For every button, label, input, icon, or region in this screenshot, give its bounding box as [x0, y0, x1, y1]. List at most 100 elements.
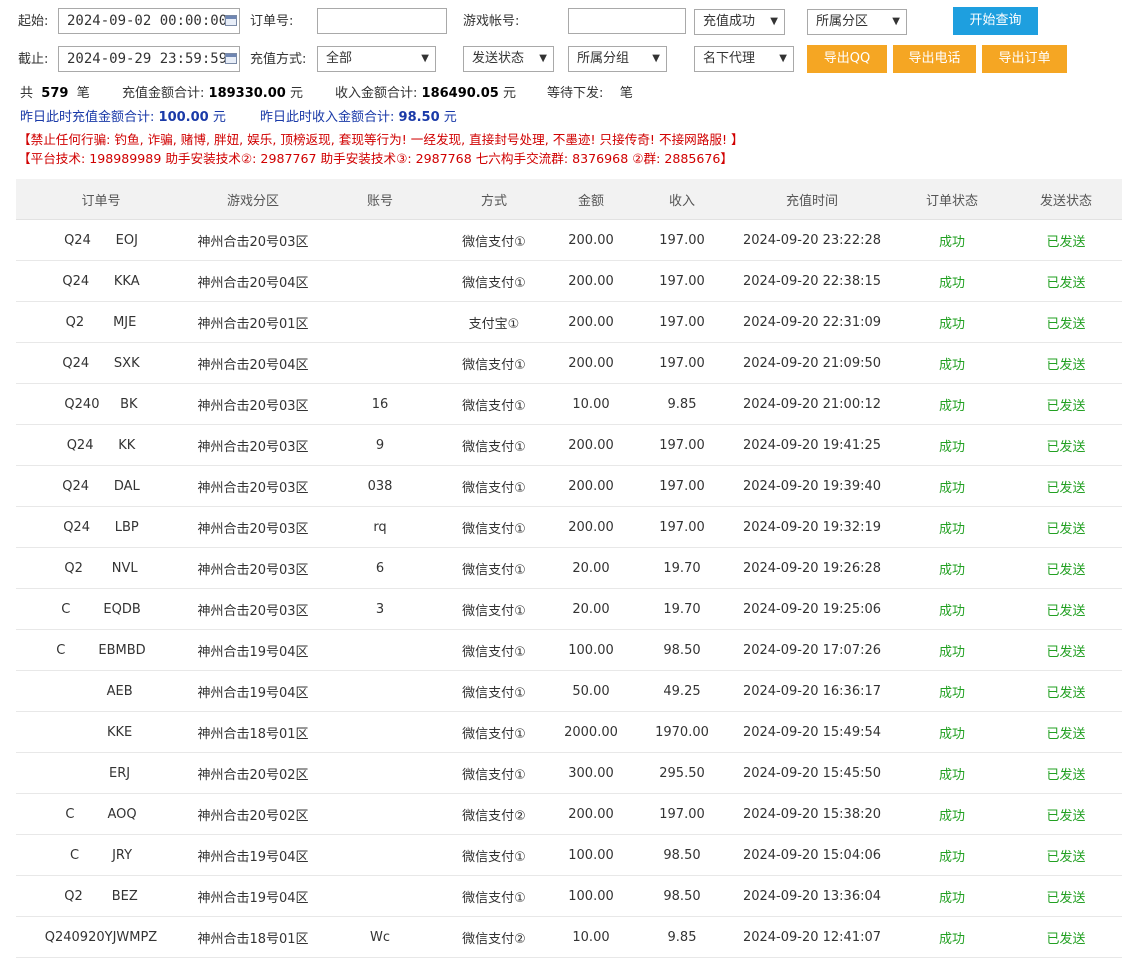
- table-row[interactable]: C AOQ 神州合击20号02区 微信支付② 200.00 197.00 2024-09-…: [16, 793, 1122, 835]
- yesterday-income-value: 98.50: [398, 110, 440, 125]
- cell-zone: 神州合击19号04区: [186, 875, 320, 917]
- cell-send-status: 已发送: [1010, 506, 1122, 548]
- cell-time: 2024-09-20 13:36:04: [730, 875, 894, 917]
- cell-income: 19.70: [634, 588, 730, 630]
- order-number-input[interactable]: [317, 8, 447, 34]
- cell-order-no: Q24 KKA: [16, 260, 186, 302]
- cell-send-status: 已发送: [1010, 711, 1122, 753]
- chevron-down-icon: ▼: [421, 53, 429, 64]
- cell-income: 98.50: [634, 875, 730, 917]
- search-button[interactable]: 开始查询: [953, 7, 1038, 35]
- account-input[interactable]: [568, 8, 686, 34]
- end-date-input[interactable]: 2024-09-29 23:59:59: [58, 46, 240, 72]
- table-row[interactable]: Q24 KK 神州合击20号03区 9 微信支付① 200.00 197.00 2024-0…: [16, 424, 1122, 466]
- table-row[interactable]: Q24 KKA 神州合击20号04区 微信支付① 200.00 197.00 2024-0…: [16, 260, 1122, 302]
- cell-order-status: 成功: [894, 916, 1010, 958]
- cell-income: 197.00: [634, 342, 730, 384]
- table-row[interactable]: Q2 BEZ 神州合击19号04区 微信支付① 100.00 98.50 2024-09-…: [16, 875, 1122, 917]
- cell-amount: 10.00: [548, 383, 634, 425]
- cell-income: 295.50: [634, 752, 730, 794]
- yesterday-recharge-label: 昨日此时充值金额合计:: [20, 110, 155, 125]
- notice-line-2: 【平台技术: 198989989 助手安装技术②: 2987767 助手安装技术…: [18, 151, 734, 166]
- cell-order-no: C AOQ: [16, 793, 186, 835]
- cell-order-no: Q2 BEZ: [16, 875, 186, 917]
- cell-account: [320, 793, 440, 835]
- table-row[interactable]: Q24 SXK 神州合击20号04区 微信支付① 200.00 197.00 2024-0…: [16, 342, 1122, 384]
- pay-method-label: 充值方式:: [250, 52, 307, 67]
- calendar-icon[interactable]: [225, 53, 237, 64]
- table-row[interactable]: Q24 DAL 神州合击20号03区 038 微信支付① 200.00 197.00 202…: [16, 465, 1122, 507]
- table-row[interactable]: C EQDB 神州合击20号03区 3 微信支付① 20.00 19.70 2024-09-…: [16, 588, 1122, 630]
- cell-method: 微信支付①: [440, 219, 548, 261]
- cell-send-status: 已发送: [1010, 916, 1122, 958]
- table-row[interactable]: C JRY 神州合击19号04区 微信支付① 100.00 98.50 2024-09-2…: [16, 834, 1122, 876]
- recharge-status-value: 充值成功: [703, 14, 756, 29]
- cell-time: 2024-09-20 19:26:28: [730, 547, 894, 589]
- yesterday-recharge: 昨日此时充值金额合计: 100.00 元: [20, 110, 226, 126]
- cell-account: [320, 301, 440, 343]
- cell-time: 2024-09-20 15:04:06: [730, 834, 894, 876]
- table-row[interactable]: Q24 EOJ 神州合击20号03区 微信支付① 200.00 197.00 2024-0…: [16, 219, 1122, 261]
- cell-method: 微信支付①: [440, 424, 548, 466]
- calendar-icon[interactable]: [225, 15, 237, 26]
- pay-method-value: 全部: [326, 51, 353, 66]
- cell-send-status: 已发送: [1010, 260, 1122, 302]
- table-row[interactable]: AEB 神州合击19号04区 微信支付① 50.00 49.25 2024-09-20 1…: [16, 670, 1122, 712]
- cell-zone: 神州合击19号04区: [186, 834, 320, 876]
- table-row[interactable]: Q240920YJWMPZ 神州合击18号01区 Wc 微信支付② 10.00 9.85 2…: [16, 916, 1122, 958]
- end-label: 截止:: [18, 52, 49, 67]
- export-order-button[interactable]: 导出订单: [982, 45, 1067, 73]
- yesterday-recharge-unit: 元: [212, 110, 226, 125]
- cell-income: 1970.00: [634, 711, 730, 753]
- pending-unit: 笔: [619, 86, 633, 101]
- table-row[interactable]: Q24 LBP 神州合击20号03区 rq 微信支付① 200.00 197.00 2024…: [16, 506, 1122, 548]
- cell-amount: 100.00: [548, 629, 634, 671]
- cell-order-no: KKE: [16, 711, 186, 753]
- agent-value: 名下代理: [703, 51, 756, 66]
- cell-zone: 神州合击20号04区: [186, 260, 320, 302]
- cell-method: 微信支付①: [440, 752, 548, 794]
- cell-send-status: 已发送: [1010, 342, 1122, 384]
- send-status-select[interactable]: 发送状态 ▼: [463, 46, 554, 72]
- header-zone: 游戏分区: [186, 179, 320, 220]
- cell-order-no: Q24 SXK: [16, 342, 186, 384]
- cell-time: 2024-09-20 15:38:20: [730, 793, 894, 835]
- table-row[interactable]: C EBMBD 神州合击19号04区 微信支付① 100.00 98.50 2024-09…: [16, 629, 1122, 671]
- cell-order-no: C EQDB: [16, 588, 186, 630]
- cell-order-no: AEB: [16, 670, 186, 712]
- notice-line-1: 【禁止任何行骗: 钓鱼, 诈骗, 赌博, 胖妞, 娱乐, 顶榜返现, 套现等行为…: [18, 132, 744, 147]
- cell-income: 19.70: [634, 547, 730, 589]
- cell-order-status: 成功: [894, 424, 1010, 466]
- cell-order-no: Q2 MJE: [16, 301, 186, 343]
- cell-zone: 神州合击19号04区: [186, 629, 320, 671]
- table-row[interactable]: Q2 NVL 神州合击20号03区 6 微信支付① 20.00 19.70 2024-09-…: [16, 547, 1122, 589]
- cell-income: 49.25: [634, 670, 730, 712]
- agent-select[interactable]: 名下代理 ▼: [694, 46, 794, 72]
- cell-method: 微信支付①: [440, 711, 548, 753]
- table-row[interactable]: Q240 BK 神州合击20号03区 16 微信支付① 10.00 9.85 2024-09…: [16, 383, 1122, 425]
- header-send-status: 发送状态: [1010, 179, 1122, 220]
- recharge-status-select[interactable]: 充值成功 ▼: [694, 9, 785, 35]
- start-date-input[interactable]: 2024-09-02 00:00:00: [58, 8, 240, 34]
- table-row[interactable]: KKE 神州合击18号01区 微信支付① 2000.00 1970.00 2024-09-…: [16, 711, 1122, 753]
- cell-account: 038: [320, 465, 440, 507]
- cell-send-status: 已发送: [1010, 465, 1122, 507]
- pay-method-select[interactable]: 全部 ▼: [317, 46, 436, 72]
- cell-account: rq: [320, 506, 440, 548]
- export-phone-button[interactable]: 导出电话: [893, 45, 976, 73]
- cell-method: 微信支付①: [440, 465, 548, 507]
- cell-time: 2024-09-20 19:32:19: [730, 506, 894, 548]
- group-value: 所属分组: [577, 51, 630, 66]
- cell-order-status: 成功: [894, 506, 1010, 548]
- group-select[interactable]: 所属分组 ▼: [568, 46, 667, 72]
- recharge-total-value: 189330.00: [208, 86, 286, 101]
- table-row[interactable]: Q2 MJE 神州合击20号01区 支付宝① 200.00 197.00 2024-09-…: [16, 301, 1122, 343]
- zone-select[interactable]: 所属分区 ▼: [807, 9, 907, 35]
- cell-account: 16: [320, 383, 440, 425]
- yesterday-income: 昨日此时收入金额合计: 98.50 元: [260, 110, 457, 126]
- cell-method: 微信支付①: [440, 506, 548, 548]
- cell-zone: 神州合击20号02区: [186, 752, 320, 794]
- export-qq-button[interactable]: 导出QQ: [807, 45, 887, 73]
- table-row[interactable]: ERJ 神州合击20号02区 微信支付① 300.00 295.50 2024-09-20…: [16, 752, 1122, 794]
- cell-amount: 200.00: [548, 219, 634, 261]
